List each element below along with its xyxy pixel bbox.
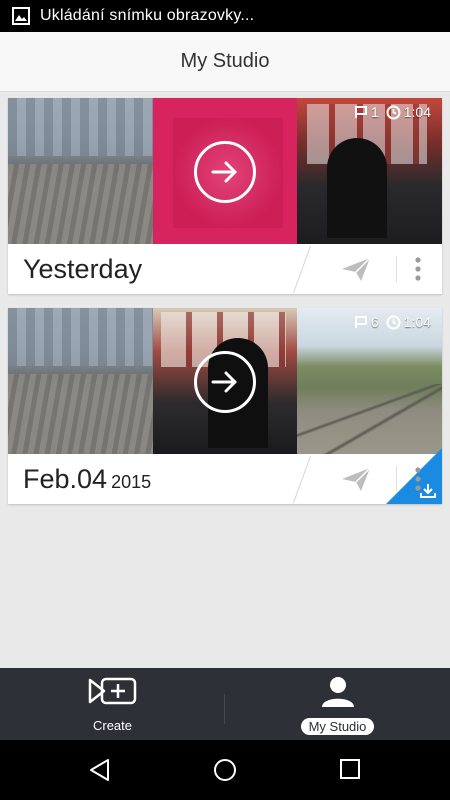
play-button[interactable] bbox=[194, 351, 256, 413]
more-options-icon[interactable] bbox=[413, 256, 423, 282]
project-card[interactable]: 6 1:04 Feb.04 2015 bbox=[8, 308, 442, 504]
divider bbox=[292, 456, 311, 504]
clock-icon bbox=[386, 105, 401, 119]
recent-apps-icon[interactable] bbox=[339, 758, 361, 780]
create-video-icon bbox=[88, 677, 136, 705]
clock-icon bbox=[386, 315, 401, 329]
more-options-icon[interactable] bbox=[413, 466, 423, 492]
thumbnail-image bbox=[8, 98, 153, 244]
project-list: 1 1:04 Yesterday 6 1:04 Feb.04 2015 bbox=[0, 92, 450, 668]
duration: 1:04 bbox=[403, 314, 431, 330]
project-meta: 1 1:04 bbox=[354, 104, 438, 120]
arrow-right-icon bbox=[211, 161, 237, 183]
project-card[interactable]: 1 1:04 Yesterday bbox=[8, 98, 442, 294]
project-title: Yesterday bbox=[23, 254, 143, 284]
thumbnail-image bbox=[8, 308, 153, 454]
image-icon bbox=[12, 7, 30, 25]
divider bbox=[396, 466, 397, 492]
flag-icon bbox=[354, 316, 367, 328]
play-button[interactable] bbox=[194, 141, 256, 203]
project-year: 2015 bbox=[111, 472, 152, 492]
send-icon[interactable] bbox=[341, 256, 371, 282]
card-footer: Feb.04 2015 bbox=[8, 454, 442, 504]
back-icon[interactable] bbox=[88, 758, 112, 782]
clip-count: 1 bbox=[370, 104, 379, 120]
flag-icon bbox=[354, 106, 367, 118]
card-footer: Yesterday bbox=[8, 244, 442, 294]
status-text: Ukládání snímku obrazovky... bbox=[40, 7, 255, 24]
bottom-nav: Create My Studio bbox=[0, 668, 450, 740]
clip-count: 6 bbox=[370, 314, 379, 330]
divider bbox=[292, 246, 311, 294]
project-meta: 6 1:04 bbox=[354, 314, 438, 330]
nav-label-my-studio: My Studio bbox=[300, 718, 375, 735]
system-nav-bar bbox=[0, 740, 450, 800]
nav-label-create: Create bbox=[92, 718, 133, 733]
person-icon bbox=[321, 677, 354, 707]
send-icon[interactable] bbox=[341, 466, 371, 492]
project-title: Feb.04 2015 bbox=[23, 464, 152, 494]
app-header: My Studio bbox=[0, 32, 450, 92]
nav-divider bbox=[224, 694, 225, 724]
page-title: My Studio bbox=[180, 50, 270, 72]
nav-item-my-studio[interactable]: My Studio bbox=[225, 668, 450, 740]
divider bbox=[396, 256, 397, 282]
arrow-right-icon bbox=[211, 371, 237, 393]
status-bar: Ukládání snímku obrazovky... bbox=[0, 0, 450, 32]
duration: 1:04 bbox=[403, 104, 431, 120]
home-icon[interactable] bbox=[213, 758, 237, 782]
nav-item-create[interactable]: Create bbox=[0, 668, 225, 740]
